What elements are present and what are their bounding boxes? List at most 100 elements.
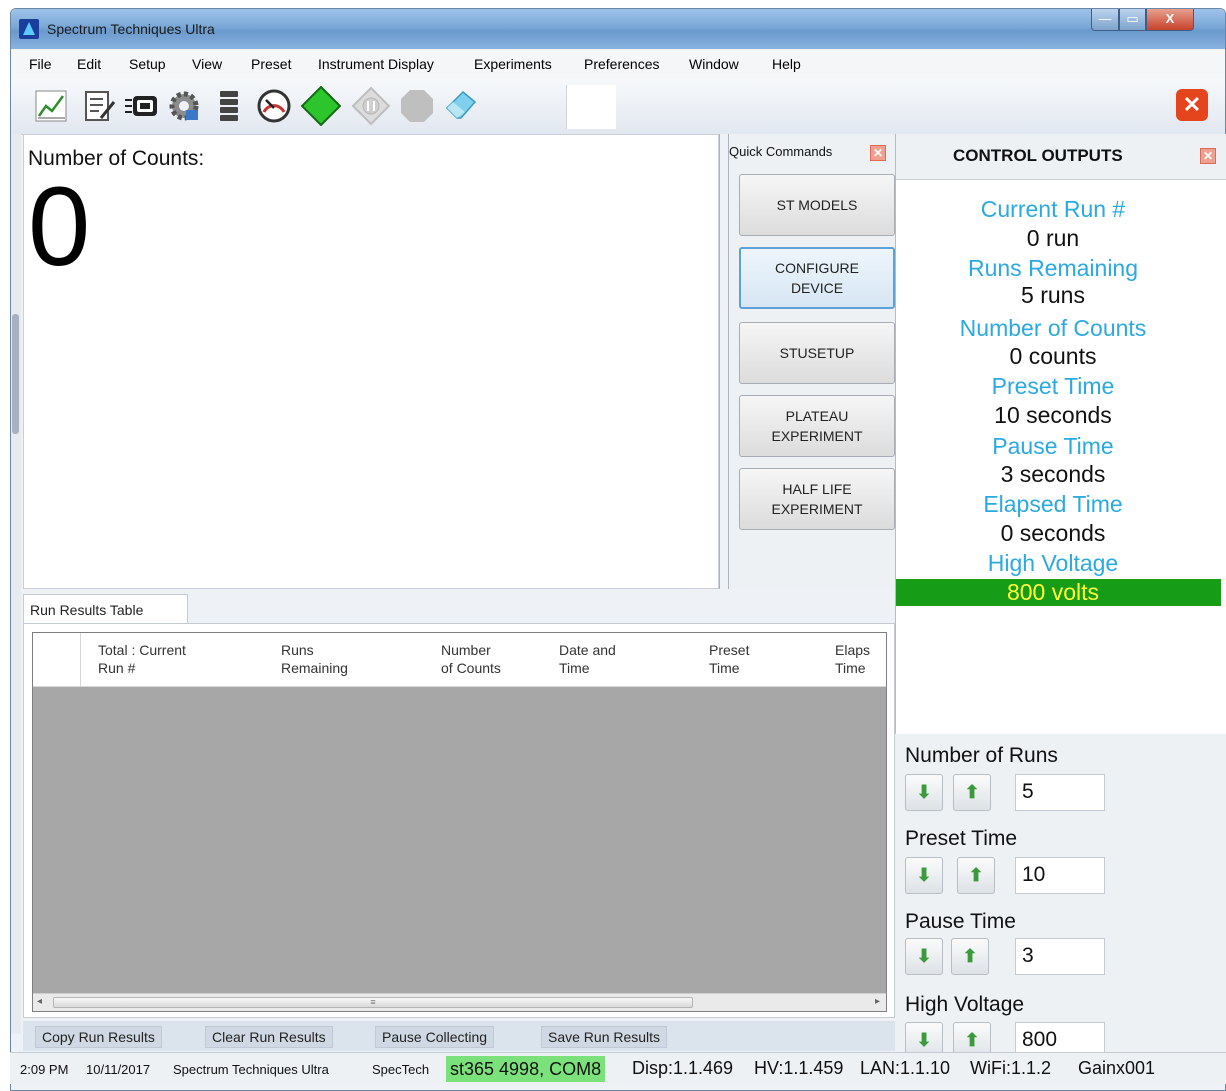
menu-instrument-display[interactable]: Instrument Display [318, 56, 434, 72]
minimize-button[interactable]: — [1091, 9, 1119, 31]
menu-preferences[interactable]: Preferences [584, 56, 659, 72]
edit-form-icon[interactable] [81, 88, 117, 124]
elapsed-time-label: Elapsed Time [983, 491, 1123, 517]
list-icon[interactable] [211, 88, 247, 124]
preset-increase-button[interactable]: ⬆ [957, 857, 995, 894]
menu-setup[interactable]: Setup [129, 56, 166, 72]
number-of-runs-input[interactable]: 5 [1015, 774, 1105, 811]
current-run-value: 0 run [1026, 225, 1080, 251]
quick-commands-panel: Quick Commands ✕ ST MODELS CONFIGURE DEV… [729, 134, 895, 589]
save-run-results-button[interactable]: Save Run Results [541, 1026, 668, 1048]
eraser-icon[interactable] [443, 88, 479, 124]
status-vendor: SpecTech [372, 1062, 430, 1077]
left-splitter-thumb[interactable] [12, 314, 19, 434]
quick-commands-close-icon[interactable]: ✕ [870, 145, 886, 161]
pause-time-input[interactable]: 3 [1015, 938, 1105, 975]
status-device: st365 4998, COM8 [446, 1056, 606, 1082]
pause-time-label: Pause Time [992, 433, 1114, 459]
preset-time-input[interactable]: 10 [1015, 857, 1105, 894]
pause-icon[interactable] [351, 86, 391, 126]
left-splitter[interactable] [11, 134, 21, 1034]
app-window: Spectrum Techniques Ultra — ▭ X File Edi… [10, 8, 1226, 1091]
control-outputs-title: CONTROL OUTPUTS [953, 146, 1123, 165]
run-results-grid[interactable]: Total : Current Run # Runs Remaining Num… [32, 632, 887, 1012]
status-bar: 2:09 PM 10/11/2017 Spectrum Techniques U… [10, 1052, 1226, 1084]
runs-decrease-button[interactable]: ⬇ [905, 774, 943, 811]
pause-decrease-button[interactable]: ⬇ [905, 938, 943, 975]
tab-run-results-table[interactable]: Run Results Table [23, 594, 188, 624]
control-outputs-divider [895, 134, 896, 734]
scroll-right-icon[interactable]: ▸ [875, 996, 880, 1007]
column-elapsed-time[interactable]: Elaps Time [835, 641, 885, 677]
horizontal-scrollbar[interactable]: ◂ ≡ ▸ [33, 993, 886, 1011]
plateau-experiment-button[interactable]: PLATEAU EXPERIMENT [739, 395, 895, 457]
column-current-run[interactable]: Total : Current Run # [98, 641, 258, 677]
st-models-button[interactable]: ST MODELS [739, 174, 895, 236]
vertical-splitter[interactable] [719, 134, 729, 589]
preset-time-label: Preset Time [991, 373, 1115, 399]
runs-remaining-value: 5 runs [1021, 282, 1085, 308]
runs-remaining-label: Runs Remaining [967, 255, 1139, 281]
maximize-button[interactable]: ▭ [1119, 9, 1146, 31]
settings-panel: Number of Runs ⬇ ⬆ 5 Preset Time ⬇ ⬆ 10 … [895, 734, 1226, 1059]
run-results-panel: Total : Current Run # Runs Remaining Num… [23, 623, 895, 1018]
clear-run-results-button[interactable]: Clear Run Results [205, 1026, 333, 1048]
configure-device-button[interactable]: CONFIGURE DEVICE [739, 247, 895, 309]
title-bar[interactable]: Spectrum Techniques Ultra — ▭ X [11, 9, 1225, 49]
high-voltage-value: 800 volts [1006, 579, 1100, 605]
status-gain: Gainx001 [1078, 1058, 1156, 1078]
status-time: 2:09 PM [20, 1062, 69, 1077]
close-app-icon[interactable]: ✕ [1176, 89, 1208, 121]
status-hv-version: HV:1.1.459 [754, 1058, 844, 1078]
preset-decrease-button[interactable]: ⬇ [905, 857, 943, 894]
menu-experiments[interactable]: Experiments [474, 56, 552, 72]
gauge-icon[interactable] [256, 88, 292, 124]
menu-file[interactable]: File [29, 56, 52, 72]
row-header-corner[interactable] [33, 633, 81, 687]
column-number-of-counts[interactable]: Number of Counts [441, 641, 541, 677]
status-disp-version: Disp:1.1.469 [632, 1058, 734, 1078]
device-icon[interactable] [123, 88, 159, 124]
menu-edit[interactable]: Edit [77, 56, 101, 72]
pause-collecting-button[interactable]: Pause Collecting [375, 1026, 495, 1048]
horizontal-scroll-thumb[interactable]: ≡ [53, 997, 693, 1008]
scroll-left-icon[interactable]: ◂ [37, 996, 42, 1007]
number-of-counts-label: Number of Counts [959, 315, 1147, 341]
status-app: Spectrum Techniques Ultra [173, 1062, 329, 1077]
stop-icon[interactable] [399, 88, 435, 124]
quick-commands-title: Quick Commands [729, 144, 833, 159]
control-outputs-panel: CONTROL OUTPUTS ✕ Current Run # 0 run Ru… [895, 134, 1226, 734]
counts-display-panel: Number of Counts: 0 [23, 134, 719, 589]
menu-window[interactable]: Window [689, 56, 739, 72]
status-wifi-version: WiFi:1.1.2 [970, 1058, 1052, 1078]
control-outputs-close-icon[interactable]: ✕ [1200, 148, 1216, 164]
app-logo-icon [19, 19, 39, 39]
stusetup-button[interactable]: STUSETUP [739, 322, 895, 384]
column-date-and-time[interactable]: Date and Time [559, 641, 679, 677]
status-lan-version: LAN:1.1.10 [860, 1058, 951, 1078]
preset-time-setting-label: Preset Time [905, 827, 1018, 850]
menu-bar: File Edit Setup View Preset Instrument D… [11, 49, 1225, 79]
counts-value: 0 [28, 164, 91, 289]
column-preset-time[interactable]: Preset Time [709, 641, 809, 677]
menu-preset[interactable]: Preset [251, 56, 291, 72]
status-date: 10/11/2017 [86, 1062, 151, 1077]
pause-increase-button[interactable]: ⬆ [951, 938, 989, 975]
chart-icon[interactable] [33, 88, 69, 124]
high-voltage-label: High Voltage [987, 550, 1119, 576]
menu-view[interactable]: View [192, 56, 222, 72]
runs-increase-button[interactable]: ⬆ [953, 774, 991, 811]
elapsed-time-value: 0 seconds [1000, 520, 1106, 546]
run-results-header: Total : Current Run # Runs Remaining Num… [33, 633, 886, 687]
settings-gear-icon[interactable] [166, 88, 202, 124]
copy-run-results-button[interactable]: Copy Run Results [35, 1026, 162, 1048]
start-diamond-icon[interactable] [301, 86, 341, 126]
half-life-experiment-button[interactable]: HALF LIFE EXPERIMENT [739, 468, 895, 530]
toolbar-spacer [566, 85, 616, 129]
close-window-button[interactable]: X [1146, 9, 1194, 31]
pause-time-setting-label: Pause Time [905, 910, 1016, 933]
toolbar: ✕ [11, 79, 1225, 135]
menu-help[interactable]: Help [772, 56, 801, 72]
control-outputs-header: CONTROL OUTPUTS ✕ [895, 134, 1226, 180]
column-runs-remaining[interactable]: Runs Remaining [281, 641, 401, 677]
